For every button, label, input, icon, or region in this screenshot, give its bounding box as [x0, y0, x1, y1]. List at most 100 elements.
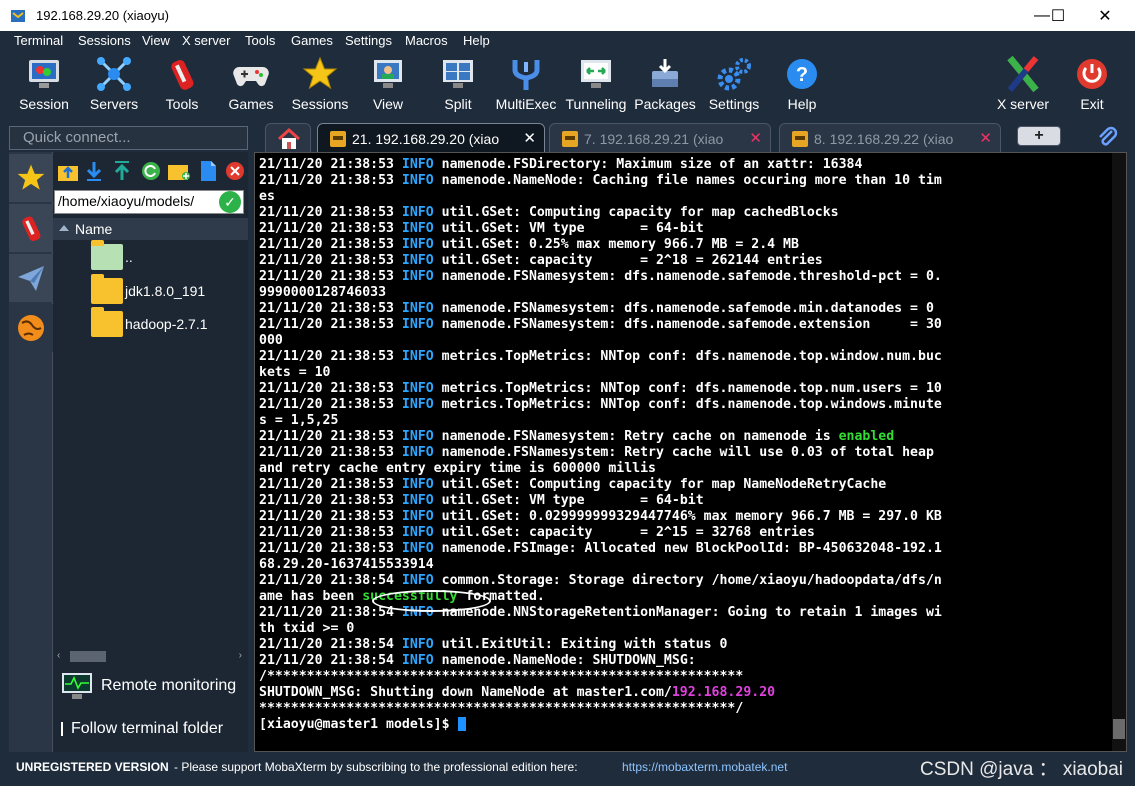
terminal-line: /***************************************… [259, 669, 744, 684]
terminal-line: es [259, 189, 275, 204]
file-name: .. [125, 249, 133, 265]
exit-power-icon [1077, 59, 1107, 89]
terminal-scrollbar[interactable] [1112, 153, 1126, 751]
terminal-line: 21/11/20 21:38:53 INFO metrics.TopMetric… [259, 349, 942, 364]
plus-icon: + [1034, 127, 1044, 144]
tab-session-21[interactable]: 21. 192.168.29.20 (xiao ✕ [317, 123, 545, 153]
terminal-line: ****************************************… [259, 701, 744, 716]
menu-tools[interactable]: Tools [245, 33, 275, 48]
delete-icon[interactable] [225, 161, 245, 181]
menu-settings[interactable]: Settings [345, 33, 392, 48]
menu-view[interactable]: View [142, 33, 170, 48]
multiexec-button[interactable]: MultiExec [496, 54, 556, 116]
download-icon[interactable] [85, 160, 103, 182]
close-tab-icon[interactable]: ✕ [523, 129, 536, 147]
sessions-button[interactable]: Sessions [292, 54, 348, 116]
path-ok-check-icon[interactable]: ✓ [219, 191, 241, 213]
sidebar-sftp-tab[interactable] [9, 304, 53, 352]
help-button[interactable]: ? Help [780, 54, 824, 116]
refresh-icon[interactable] [141, 161, 161, 181]
packages-button[interactable]: Packages [634, 54, 696, 116]
mobaxterm-window: 192.168.29.20 (xiaoyu) — ☐ ✕ Terminal Se… [0, 0, 1135, 786]
xserver-button[interactable]: X server [994, 54, 1052, 116]
terminal-line: 21/11/20 21:38:53 INFO namenode.NameNode… [259, 173, 942, 188]
new-file-icon[interactable] [199, 160, 217, 182]
upload-folder-icon[interactable] [57, 162, 79, 182]
toolbar-label: View [372, 96, 404, 112]
multiexec-icon [512, 60, 540, 90]
support-message: - Please support MobaXterm by subscribin… [174, 760, 578, 774]
toolbar-label: Tools [165, 96, 199, 112]
terminal-line: 21/11/20 21:38:53 INFO namenode.FSNamesy… [259, 301, 934, 316]
terminal-line: 21/11/20 21:38:53 INFO util.GSet: Comput… [259, 477, 887, 492]
monitor-icon [62, 673, 92, 699]
sessions-star-icon [302, 56, 338, 90]
menu-macros[interactable]: Macros [405, 33, 448, 48]
toolbar-label: Packages [634, 96, 696, 112]
exit-button[interactable]: Exit [1070, 54, 1114, 116]
tools-icon [22, 216, 41, 242]
settings-button[interactable]: Settings [706, 54, 762, 116]
menu-xserver[interactable]: X server [182, 33, 230, 48]
sidebar-tools-tab[interactable] [9, 204, 53, 252]
annotation-circle [372, 590, 491, 612]
tunneling-button[interactable]: Tunneling [564, 54, 628, 116]
sidebar-macros-tab[interactable] [9, 254, 53, 302]
quick-connect-input[interactable]: Quick connect... [9, 126, 248, 150]
menu-bar: Terminal Sessions View X server Tools Ga… [0, 31, 1135, 51]
tab-label: 7. 192.168.29.21 (xiao [584, 130, 724, 147]
menu-help[interactable]: Help [463, 33, 490, 48]
terminal-line: 21/11/20 21:38:53 INFO util.GSet: capaci… [259, 525, 815, 540]
svg-text:?: ? [796, 64, 808, 86]
title-bar: 192.168.29.20 (xiaoyu) — ☐ ✕ [0, 0, 1135, 31]
terminal-line: SHUTDOWN_MSG: Shutting down NameNode at … [259, 685, 776, 700]
path-input[interactable]: /home/xiaoyu/models/ [54, 190, 244, 214]
menu-terminal[interactable]: Terminal [14, 33, 63, 48]
file-item-hadoop[interactable]: hadoop-2.7.1 [91, 307, 208, 339]
games-button[interactable]: Games [228, 54, 274, 116]
upload-icon[interactable] [113, 160, 131, 182]
mobatek-link[interactable]: https://mobaxterm.mobatek.net [622, 760, 787, 774]
view-button[interactable]: View [366, 54, 410, 116]
home-tab[interactable] [265, 123, 311, 153]
file-name: hadoop-2.7.1 [125, 316, 208, 332]
servers-button[interactable]: Servers [88, 54, 140, 116]
close-tab-icon[interactable]: ✕ [749, 129, 762, 147]
terminal-line: 21/11/20 21:38:53 INFO metrics.TopMetric… [259, 397, 942, 412]
file-item-parent[interactable]: .. [91, 240, 133, 272]
session-button[interactable]: Session [18, 54, 70, 116]
terminal-line: 21/11/20 21:38:54 INFO namenode.NameNode… [259, 653, 696, 668]
horizontal-scrollbar[interactable]: ‹ › [53, 650, 248, 664]
follow-terminal-folder-checkbox[interactable]: Follow terminal folder [61, 718, 223, 740]
terminal-view[interactable]: 21/11/20 21:38:53 INFO namenode.FSDirect… [254, 152, 1127, 752]
attach-paperclip-icon[interactable] [1096, 124, 1118, 148]
sftp-panel: /home/xiaoyu/models/ ✓ Name .. jdk1.8.0_… [53, 152, 248, 752]
terminal-line: 21/11/20 21:38:54 INFO common.Storage: S… [259, 573, 942, 588]
terminal-line: 21/11/20 21:38:53 INFO util.GSet: VM typ… [259, 221, 704, 236]
csdn-watermark: CSDN @java ： xiaobai [920, 759, 1124, 780]
name-column-header[interactable]: Name [53, 218, 248, 240]
terminal-line: and retry cache entry expiry time is 600… [259, 461, 656, 476]
menu-sessions[interactable]: Sessions [78, 33, 131, 48]
menu-games[interactable]: Games [291, 33, 333, 48]
close-tab-icon[interactable]: ✕ [979, 129, 992, 147]
close-button[interactable]: ✕ [1082, 0, 1128, 31]
maximize-button[interactable]: ☐ [1035, 0, 1081, 31]
split-button[interactable]: Split [436, 54, 480, 116]
tab-session-7[interactable]: 7. 192.168.29.21 (xiao ✕ [549, 123, 771, 153]
terminal-line: 21/11/20 21:38:54 INFO util.ExitUtil: Ex… [259, 637, 728, 652]
servers-icon [97, 57, 131, 91]
tab-session-8[interactable]: 8. 192.168.29.22 (xiao ✕ [779, 123, 1001, 153]
sidebar-sessions-tab[interactable] [9, 154, 53, 202]
main-toolbar: Session Servers Tools Games Sessions Vie… [0, 51, 1135, 117]
tools-button[interactable]: Tools [160, 54, 204, 116]
new-folder-icon[interactable] [167, 161, 191, 181]
tab-row: Quick connect... 21. 192.168.29.20 (xiao… [0, 118, 1135, 153]
toolbar-label: Servers [89, 96, 139, 112]
view-icon [374, 60, 402, 88]
terminal-line: s = 1,5,25 [259, 413, 339, 428]
new-tab-button[interactable]: + [1017, 126, 1061, 146]
checkbox-icon [61, 722, 63, 736]
file-item-jdk[interactable]: jdk1.8.0_191 [91, 274, 205, 306]
remote-monitoring-button[interactable]: Remote monitoring [61, 670, 236, 702]
